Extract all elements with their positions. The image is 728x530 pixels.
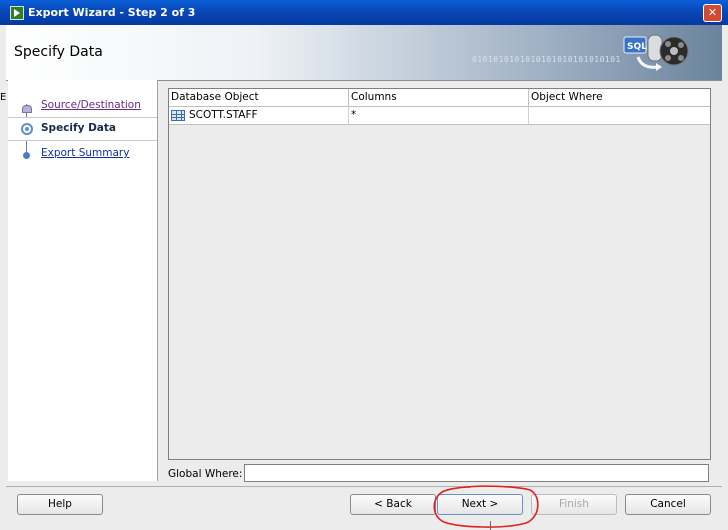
edge-char: E <box>0 92 7 103</box>
divider-tick <box>490 521 491 530</box>
sql-graphic-icon: SQL <box>623 34 689 71</box>
step-done-node-icon <box>22 105 32 113</box>
back-button[interactable]: < Back <box>350 494 436 515</box>
title-bar: Export Wizard - Step 2 of 3 ✕ <box>0 0 728 25</box>
wizard-steps-nav: Source/Destination Specify Data Export S… <box>8 80 158 481</box>
app-icon <box>10 6 24 20</box>
finish-button: Finish <box>531 494 617 515</box>
help-button[interactable]: Help <box>17 494 103 515</box>
nav-item-label[interactable]: Source/Destination <box>41 99 141 111</box>
banner-binary-text: 0101010101010101010101010101 <box>472 55 621 64</box>
global-where-input[interactable] <box>244 464 709 482</box>
cell-object-name: SCOTT.STAFF <box>189 109 258 121</box>
nav-item-source-destination[interactable]: Source/Destination <box>8 95 157 117</box>
cancel-button[interactable]: Cancel <box>625 494 711 515</box>
sql-graphic-label: SQL <box>627 42 647 52</box>
table-header: Database Object Columns Object Where <box>169 89 710 107</box>
close-icon[interactable]: ✕ <box>703 4 722 22</box>
step-current-node-icon <box>21 123 33 135</box>
header-banner: Specify Data 010101010101010101010101010… <box>6 25 722 81</box>
nav-item-label[interactable]: Export Summary <box>41 147 129 159</box>
cell-database-object[interactable]: SCOTT.STAFF <box>169 107 349 124</box>
cell-object-where[interactable] <box>529 107 710 124</box>
cell-columns[interactable]: * <box>349 107 529 124</box>
objects-table: Database Object Columns Object Where SCO… <box>168 88 711 460</box>
button-bar-separator <box>6 486 722 487</box>
column-header-columns[interactable]: Columns <box>349 89 529 106</box>
column-header-object-where[interactable]: Object Where <box>529 89 710 106</box>
nav-item-specify-data[interactable]: Specify Data <box>8 117 157 141</box>
next-button[interactable]: Next > <box>437 494 523 515</box>
column-header-database-object[interactable]: Database Object <box>169 89 349 106</box>
table-row[interactable]: SCOTT.STAFF * <box>169 107 710 125</box>
nav-item-export-summary[interactable]: Export Summary <box>8 143 157 165</box>
global-where-label: Global Where: <box>168 468 243 480</box>
page-title: Specify Data <box>14 44 103 60</box>
nav-item-label: Specify Data <box>41 122 116 134</box>
step-todo-node-icon <box>23 152 30 159</box>
table-icon <box>171 110 185 121</box>
window-title: Export Wizard - Step 2 of 3 <box>28 6 196 19</box>
window-frame-right <box>722 25 728 530</box>
